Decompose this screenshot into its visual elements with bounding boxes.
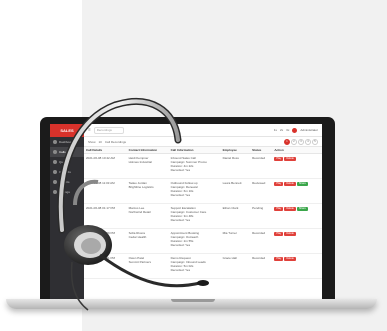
headset-icon (57, 98, 209, 311)
